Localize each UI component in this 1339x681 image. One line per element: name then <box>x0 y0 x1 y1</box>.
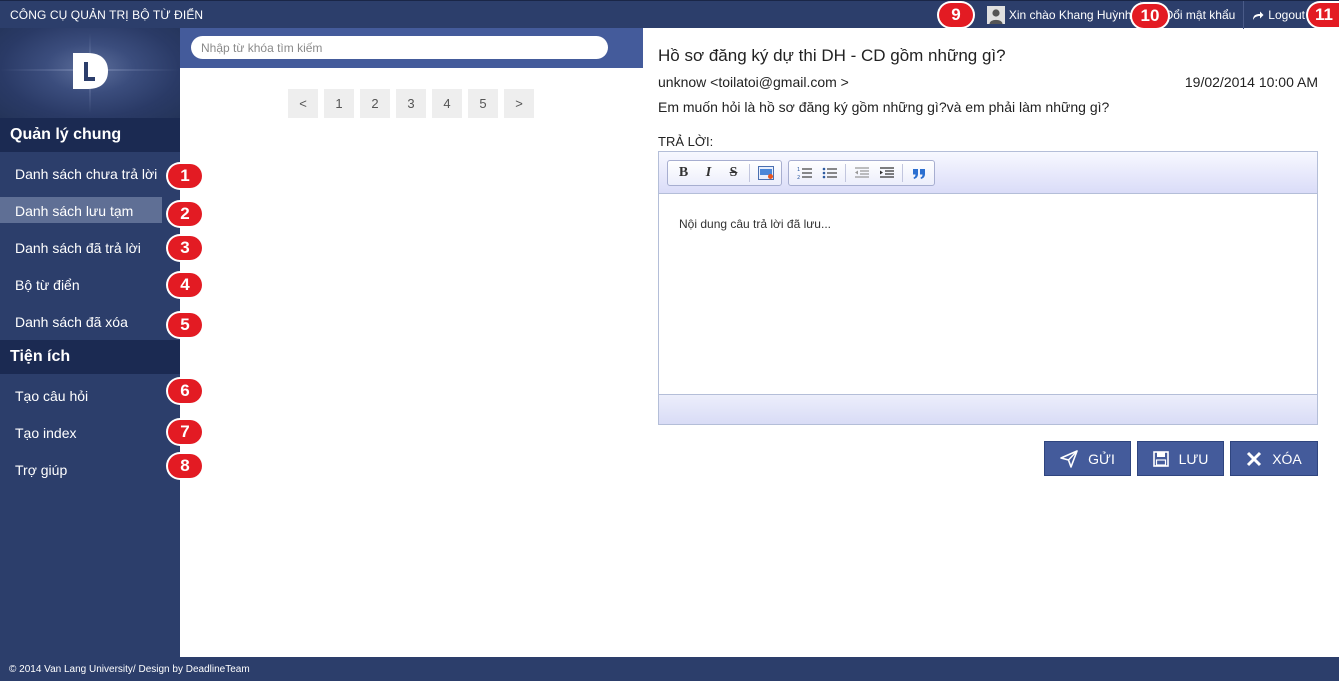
blockquote-button[interactable] <box>906 162 931 184</box>
indent-button[interactable] <box>874 162 899 184</box>
numbered-list-icon: 12 <box>797 167 812 180</box>
user-greeting[interactable]: Xin chào Khang Huỳnh <box>979 1 1140 29</box>
sidebar-item-help[interactable]: Trợ giúp <box>0 451 180 488</box>
annotation-badge-2: 2 <box>168 202 202 226</box>
question-title: Hồ sơ đăng ký dự thi DH - CD gồm những g… <box>658 46 1006 65</box>
annotation-badge-7: 7 <box>168 420 202 444</box>
toolbar-group-format: B I S <box>667 159 782 186</box>
sidebar-item-drafts[interactable]: Danh sách lưu tạm <box>0 192 180 229</box>
sidebar-item-answered[interactable]: Danh sách đã trả lời <box>0 229 180 266</box>
pagination-prev[interactable]: < <box>288 89 318 118</box>
delete-button-label: XÓA <box>1272 450 1302 467</box>
footer: © 2014 Van Lang University/ Design by De… <box>0 657 1339 681</box>
svg-text:2: 2 <box>797 175 800 180</box>
section-header-utilities: Tiện ích <box>0 340 180 374</box>
floppy-disk-icon <box>1152 450 1169 467</box>
pagination-page-3[interactable]: 3 <box>396 89 426 118</box>
toolbar-group-lists: 12 <box>788 159 935 186</box>
question-body: Em muốn hỏi là hồ sơ đăng ký gồm những g… <box>658 99 1110 115</box>
sidebar-item-label: Trợ giúp <box>15 461 68 478</box>
sidebar-item-create-question[interactable]: Tạo câu hỏi <box>0 377 180 414</box>
change-password-text: Đổi mật khẩu <box>1164 8 1236 22</box>
close-icon <box>1247 451 1262 466</box>
outdent-icon <box>854 166 869 178</box>
pagination-next[interactable]: > <box>504 89 534 118</box>
annotation-badge-10: 10 <box>1132 4 1168 28</box>
reply-label: TRẢ LỜI: <box>658 134 714 149</box>
reply-content-area[interactable]: Nội dung câu trả lời đã lưu... <box>659 195 1317 394</box>
toolbar-separator <box>902 163 903 182</box>
sidebar-item-label: Danh sách chưa trả lời <box>15 165 158 182</box>
sidebar-item-label: Danh sách lưu tạm <box>15 202 134 219</box>
sidebar-item-label: Bộ từ điển <box>15 276 80 293</box>
section-header-general: Quản lý chung <box>0 118 180 152</box>
reply-editor: B I S 12 Nội dung câu trả lời đã lưu... <box>658 151 1318 425</box>
user-avatar-icon <box>986 6 1005 24</box>
annotation-badge-1: 1 <box>168 164 202 188</box>
save-button[interactable]: LƯU <box>1137 441 1224 476</box>
app-title: CÔNG CỤ QUẢN TRỊ BỘ TỪ ĐIỂN <box>10 7 204 22</box>
bullet-list-button[interactable] <box>817 162 842 184</box>
pagination-page-5[interactable]: 5 <box>468 89 498 118</box>
sidebar-item-label: Tạo câu hỏi <box>15 387 89 404</box>
footer-copyright: © 2014 Van Lang University/ Design by De… <box>9 663 250 675</box>
annotation-badge-4: 4 <box>168 273 202 297</box>
annotation-badge-8: 8 <box>168 454 202 478</box>
sidebar-item-label: Tạo index <box>15 424 77 441</box>
pagination-page-4[interactable]: 4 <box>432 89 462 118</box>
italic-button[interactable]: I <box>696 162 721 184</box>
sidebar-item-create-index[interactable]: Tạo index <box>0 414 180 451</box>
numbered-list-button[interactable]: 12 <box>792 162 817 184</box>
annotation-badge-6: 6 <box>168 379 202 403</box>
editor-footer-bar <box>659 394 1317 424</box>
image-button[interactable] <box>753 162 778 184</box>
paper-plane-icon <box>1060 449 1078 468</box>
delete-button[interactable]: XÓA <box>1230 441 1318 476</box>
svg-text:1: 1 <box>797 167 800 173</box>
sidebar-item-deleted[interactable]: Danh sách đã xóa <box>0 303 180 340</box>
dl-logo-icon <box>69 50 111 97</box>
sidebar-item-label: Danh sách đã trả lời <box>15 239 141 256</box>
sidebar: Quản lý chung Danh sách chưa trả lời Dan… <box>0 28 180 657</box>
sidebar-item-unanswered[interactable]: Danh sách chưa trả lời <box>0 155 180 192</box>
annotation-badge-5: 5 <box>168 313 202 337</box>
search-input[interactable] <box>191 36 608 59</box>
action-buttons: GỬI LƯU XÓA <box>1038 441 1318 476</box>
quote-icon <box>912 168 925 179</box>
pagination-page-1[interactable]: 1 <box>324 89 354 118</box>
pagination-page-2[interactable]: 2 <box>360 89 390 118</box>
toolbar-separator <box>845 163 846 182</box>
editor-toolbar: B I S 12 <box>659 152 1317 194</box>
save-button-label: LƯU <box>1178 450 1209 467</box>
share-arrow-icon <box>1252 9 1264 21</box>
annotation-badge-11: 11 <box>1308 3 1339 27</box>
question-sender: unknow <toilatoi@gmail.com > <box>658 74 849 90</box>
sidebar-item-dictionary[interactable]: Bộ từ điển <box>0 266 180 303</box>
pagination: < 1 2 3 4 5 > <box>288 89 540 118</box>
indent-icon <box>879 166 894 178</box>
toolbar-separator <box>749 163 750 182</box>
logout-text: Logout <box>1268 8 1305 22</box>
greeting-text: Xin chào Khang Huỳnh <box>1008 8 1132 22</box>
bullet-list-icon <box>822 167 837 178</box>
bold-button[interactable]: B <box>671 162 696 184</box>
send-button[interactable]: GỬI <box>1044 441 1131 476</box>
send-button-label: GỬI <box>1088 450 1115 467</box>
sidebar-item-label: Danh sách đã xóa <box>15 313 128 330</box>
image-icon <box>757 165 774 180</box>
annotation-badge-3: 3 <box>168 236 202 260</box>
search-bar <box>180 28 643 68</box>
logo-area <box>0 28 180 118</box>
annotation-badge-9: 9 <box>939 3 973 27</box>
strikethrough-button[interactable]: S <box>721 162 746 184</box>
outdent-button[interactable] <box>849 162 874 184</box>
question-date: 19/02/2014 10:00 AM <box>1184 74 1318 90</box>
